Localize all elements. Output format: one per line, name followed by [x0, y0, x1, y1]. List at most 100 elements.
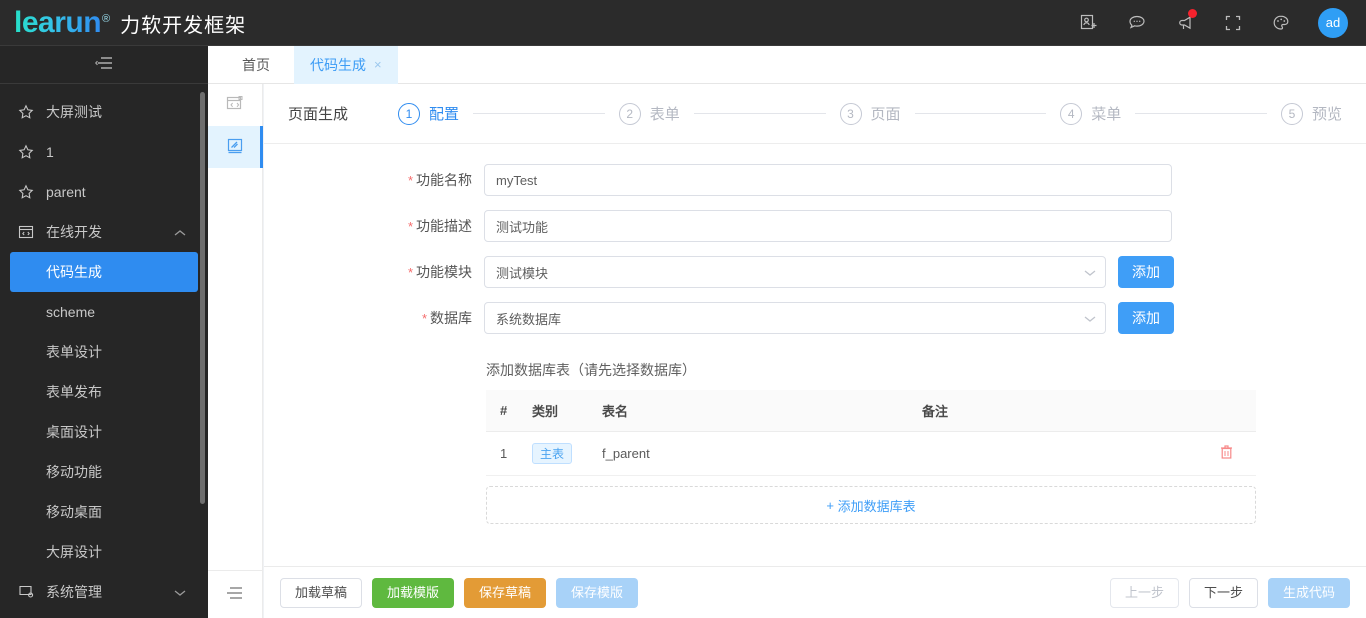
- sidebar-item-online-dev[interactable]: 在线开发: [0, 212, 208, 252]
- sidebar-scrollbar[interactable]: [200, 92, 205, 504]
- add-db-table-button[interactable]: + 添加数据库表: [486, 486, 1256, 524]
- step-5-preview[interactable]: 5 预览: [1281, 102, 1343, 125]
- field-label: * 功能描述: [264, 216, 484, 236]
- step-label: 菜单: [1091, 106, 1122, 123]
- notification-badge: [1188, 8, 1197, 18]
- trash-icon: [1219, 445, 1234, 463]
- func-desc-input[interactable]: [484, 210, 1172, 242]
- sidebar-item-mobile-function[interactable]: 移动功能: [0, 452, 208, 492]
- chevron-up-icon: [174, 224, 186, 240]
- sidebar-item-code-generate[interactable]: 代码生成: [10, 252, 198, 292]
- column-header-type: 类别: [532, 390, 602, 432]
- step-label: 预览: [1312, 106, 1343, 123]
- save-draft-button[interactable]: 保存草稿: [464, 577, 547, 608]
- tab-home[interactable]: 首页: [226, 46, 286, 84]
- top-bar-actions: ad: [1078, 7, 1366, 38]
- sidebar-item-form-design[interactable]: 表单设计: [0, 332, 208, 372]
- rail-button-code[interactable]: [208, 84, 263, 126]
- star-icon: [18, 104, 40, 120]
- sidebar-item-parent[interactable]: parent: [0, 172, 208, 212]
- column-header-operation: [1196, 390, 1256, 432]
- sidebar-item-bigscreen-design[interactable]: 大屏设计: [0, 532, 208, 572]
- sidebar-item-label: 系统管理: [46, 584, 102, 600]
- megaphone-icon[interactable]: [1174, 8, 1197, 34]
- sidebar-item-label: parent: [46, 184, 86, 200]
- cell-tablename: f_parent: [602, 431, 922, 476]
- cell-index: 1: [486, 431, 532, 476]
- tab-code-generate[interactable]: 代码生成 ×: [294, 45, 398, 84]
- step-1-config[interactable]: 1 配置: [398, 102, 459, 125]
- sidebar-item-form-publish[interactable]: 表单发布: [0, 372, 208, 412]
- column-header-note: 备注: [922, 390, 1196, 432]
- step-connector: [914, 113, 1047, 114]
- step-connector: [1135, 113, 1267, 114]
- db-table-wrap: # 类别 表名 备注 1 主表 f_parent: [486, 390, 1256, 476]
- label-text: 数据库: [430, 310, 472, 326]
- step-indicator: 页面生成 1 配置 2 表单 3 页面 4 菜单 5 预览: [264, 84, 1366, 144]
- sidebar-item-label: 大屏设计: [46, 544, 102, 560]
- step-4-menu[interactable]: 4 菜单: [1060, 102, 1122, 125]
- sidebar-item-scheme[interactable]: scheme: [0, 292, 208, 332]
- table-row[interactable]: 1 主表 f_parent: [486, 431, 1256, 476]
- save-template-button[interactable]: 保存模版: [556, 577, 639, 608]
- sidebar-item-label: 表单设计: [46, 344, 102, 360]
- column-header-index: #: [486, 390, 532, 432]
- logo-subtitle: 力软开发框架: [120, 14, 247, 37]
- sidebar-collapse-button[interactable]: [0, 46, 208, 84]
- cell-operation: [1196, 431, 1256, 476]
- window-settings-icon: [18, 584, 40, 600]
- database-select[interactable]: [484, 302, 1106, 334]
- sidebar-item-desktop-design[interactable]: 桌面设计: [0, 412, 208, 452]
- func-module-select-wrap: [484, 256, 1106, 288]
- palette-icon[interactable]: [1270, 12, 1292, 34]
- step-number: 5: [1281, 102, 1303, 125]
- db-table-body: 1 主表 f_parent: [486, 431, 1256, 476]
- step-number: 1: [398, 102, 420, 125]
- main-panel: 页面生成 1 配置 2 表单 3 页面 4 菜单 5 预览 * 功能名称 myT…: [264, 84, 1366, 618]
- rail-button-design[interactable]: [207, 126, 263, 168]
- add-database-button[interactable]: 添加: [1118, 302, 1174, 334]
- menu-fold-icon: [94, 55, 113, 74]
- sidebar-item-1[interactable]: 1: [0, 132, 208, 172]
- field-func-module: *功能模块 添加: [264, 256, 1366, 288]
- design-pen-icon: [225, 136, 245, 159]
- func-module-select[interactable]: [484, 256, 1106, 288]
- load-draft-button[interactable]: 加载草稿: [280, 577, 363, 608]
- step-2-form[interactable]: 2 表单: [618, 102, 680, 125]
- add-module-button[interactable]: 添加: [1118, 256, 1174, 288]
- field-label: * 功能模块: [264, 262, 484, 282]
- chevron-down-icon: [174, 584, 186, 600]
- add-contact-icon[interactable]: [1078, 12, 1100, 34]
- step-connector: [693, 113, 826, 114]
- table-header-row: # 类别 表名 备注: [486, 390, 1256, 432]
- step-3-page[interactable]: 3 页面: [839, 102, 901, 125]
- rail-collapse-button[interactable]: [207, 570, 263, 618]
- avatar[interactable]: ad: [1318, 7, 1348, 38]
- sidebar-item-daping-ceshi[interactable]: 大屏测试: [0, 92, 208, 132]
- generate-code-button[interactable]: 生成代码: [1267, 577, 1350, 608]
- tab-label: 代码生成: [310, 56, 366, 73]
- fullscreen-icon[interactable]: [1222, 12, 1244, 34]
- sidebar-item-system-manage[interactable]: 系统管理: [0, 572, 208, 612]
- field-func-name: * 功能名称: [264, 164, 1366, 196]
- column-header-tablename: 表名: [602, 390, 922, 432]
- sidebar-item-label: 大屏测试: [46, 104, 102, 120]
- field-database: *数据库 添加: [264, 302, 1366, 334]
- db-table-head: # 类别 表名 备注: [486, 390, 1256, 432]
- label-text: 功能模块: [416, 264, 472, 280]
- field-label: * 功能名称: [264, 170, 484, 190]
- config-form-card: *功能名称 *功能描述 *功能模块: [264, 144, 1366, 618]
- required-mark: *: [407, 173, 413, 188]
- close-icon[interactable]: ×: [374, 57, 382, 72]
- next-step-button[interactable]: 下一步: [1188, 577, 1258, 608]
- chat-icon[interactable]: [1126, 12, 1148, 34]
- delete-row-button[interactable]: [1219, 444, 1234, 463]
- prev-step-button[interactable]: 上一步: [1109, 577, 1179, 608]
- tab-bar: 首页 代码生成 ×: [208, 45, 1366, 84]
- sidebar-item-mobile-desktop[interactable]: 移动桌面: [0, 492, 208, 532]
- field-func-desc: * 功能描述: [264, 210, 1366, 242]
- logo-text: learun: [14, 5, 102, 39]
- sidebar-item-label: 1: [46, 144, 54, 160]
- load-template-button[interactable]: 加载模版: [372, 577, 455, 608]
- func-name-input[interactable]: [484, 164, 1172, 196]
